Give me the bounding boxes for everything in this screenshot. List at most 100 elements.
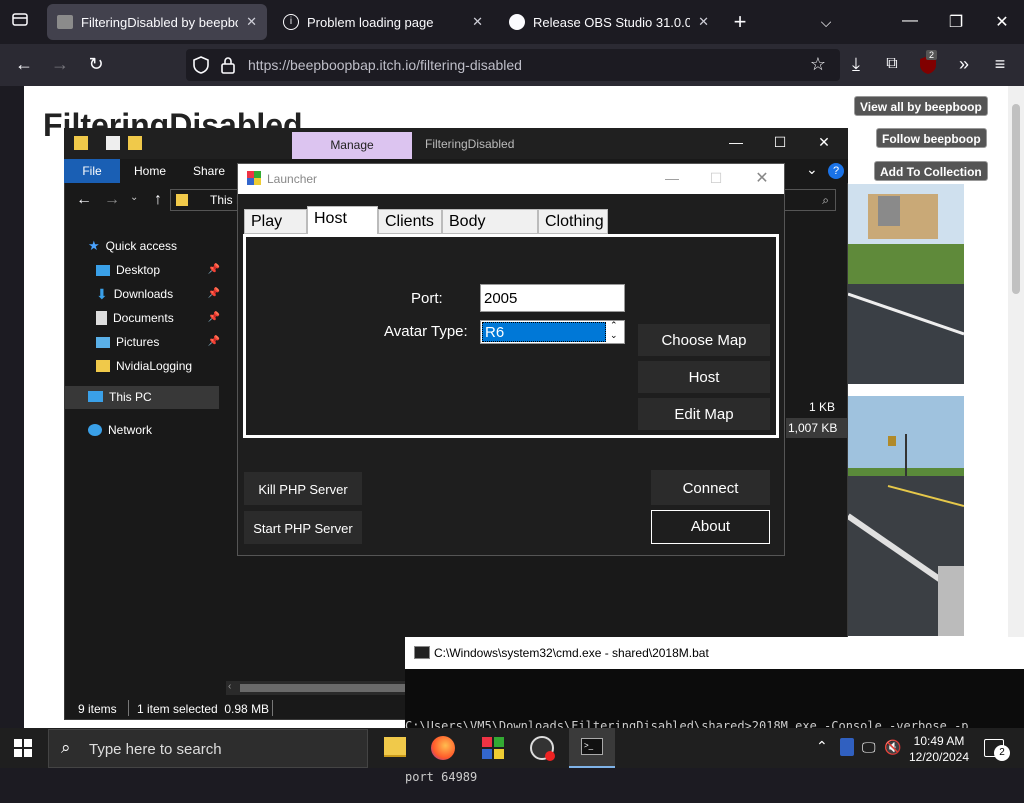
collection-label: Add To Collection [880, 165, 982, 179]
shield-icon[interactable] [192, 55, 212, 75]
tab-title: Release OBS Studio 31.0.0 · obs [533, 14, 691, 30]
launcher-close-button[interactable]: ✕ [750, 168, 774, 188]
ublock-icon[interactable]: 2 [918, 50, 940, 76]
minimize-button[interactable]: — [896, 12, 924, 30]
ribbon-collapse-icon[interactable]: ⌄ [806, 161, 818, 178]
host-button[interactable]: Host [638, 361, 770, 393]
avatar-type-spinner[interactable]: R6 ⌃ ⌄ [480, 320, 625, 344]
cmd-taskbar-icon[interactable]: >_ [569, 728, 615, 768]
lock-icon[interactable] [220, 55, 238, 75]
tab-play[interactable]: Play [244, 209, 307, 234]
close-window-button[interactable]: ✕ [988, 12, 1016, 32]
close-tab-icon[interactable]: ✕ [698, 14, 709, 30]
bookmark-star-icon[interactable]: ☆ [804, 50, 832, 78]
nav-label: Documents [113, 311, 174, 325]
tab-label: Clients [385, 213, 434, 230]
app-taskbar-icon[interactable] [481, 736, 505, 760]
kill-php-server-button[interactable]: Kill PHP Server [244, 472, 362, 505]
cmd-line: port 64989 [405, 770, 478, 784]
close-tab-icon[interactable]: ✕ [246, 14, 257, 30]
tab-body-colors[interactable]: Body Colors [442, 209, 538, 254]
choose-map-button[interactable]: Choose Map [638, 324, 770, 356]
file-explorer-taskbar-icon[interactable] [384, 737, 406, 757]
explorer-back-button[interactable]: ← [70, 186, 98, 214]
manage-tab[interactable]: Manage [292, 132, 412, 159]
star-icon: ★ [88, 238, 100, 253]
firefox-taskbar-icon[interactable] [431, 736, 455, 760]
explorer-hscrollbar[interactable]: ‹ [226, 681, 406, 695]
folder-icon [176, 194, 188, 206]
itch-favicon-icon [57, 15, 73, 29]
ribbon-file-tab[interactable]: File [64, 159, 120, 183]
close-tab-icon[interactable]: ✕ [472, 14, 483, 30]
nav-item-network[interactable]: Network [88, 418, 218, 442]
start-php-server-button[interactable]: Start PHP Server [244, 511, 362, 544]
view-all-button[interactable]: View all by beepboop [854, 96, 988, 116]
tab-host[interactable]: Host [307, 206, 378, 236]
nav-item-downloads[interactable]: ⬇ Downloads 📌 [96, 282, 220, 306]
browser-tab[interactable]: Release OBS Studio 31.0.0 · obs ✕ [499, 4, 719, 40]
ribbon-home-tab[interactable]: Home [134, 164, 166, 178]
add-to-collection-button[interactable]: Add To Collection [874, 161, 988, 181]
tab-list-icon[interactable] [6, 8, 34, 36]
obs-taskbar-icon[interactable] [530, 736, 555, 761]
nav-item-this-pc[interactable]: This PC [64, 386, 219, 409]
download-icon: ⬇ [96, 286, 108, 302]
properties-icon[interactable] [106, 136, 120, 150]
tab-clients[interactable]: Clients [378, 209, 442, 234]
back-button[interactable]: ← [10, 50, 38, 78]
info-icon: i [283, 14, 299, 30]
search-icon[interactable]: ⌕ [784, 189, 836, 211]
taskbar-search-box[interactable]: ⌕ Type here to search [48, 729, 368, 768]
tab-clothing[interactable]: Clothing [538, 209, 608, 234]
up-button[interactable]: ↑ [144, 186, 172, 214]
explorer-forward-button[interactable]: → [98, 186, 126, 214]
notification-icon[interactable]: 2 [984, 739, 1010, 761]
launcher-maximize-button[interactable]: ☐ [704, 170, 728, 187]
recent-locations-icon[interactable]: ⌄ [130, 192, 138, 203]
explorer-minimize-button[interactable]: — [724, 134, 748, 150]
cmd-title: C:\Windows\system32\cmd.exe - shared\201… [434, 646, 709, 660]
about-button[interactable]: About [651, 510, 770, 544]
volume-muted-icon[interactable]: 🔇 [884, 739, 901, 756]
extensions-icon[interactable]: ⧉ [878, 50, 906, 78]
port-input[interactable]: 2005 [480, 284, 625, 312]
list-all-tabs-icon[interactable]: ⌵ [812, 8, 840, 36]
overflow-chevrons-icon[interactable]: » [950, 50, 978, 78]
nav-item-quick-access[interactable]: ★ Quick access [88, 234, 218, 258]
new-folder-icon[interactable] [128, 136, 142, 150]
ribbon-share-tab[interactable]: Share [193, 164, 225, 178]
explorer-maximize-button[interactable]: ☐ [768, 134, 792, 151]
network-tray-icon[interactable]: 🖵 [862, 739, 876, 756]
explorer-close-button[interactable]: ✕ [812, 134, 836, 151]
browser-tab[interactable]: i Problem loading page ✕ [273, 4, 493, 40]
nav-item-desktop[interactable]: Desktop 📌 [96, 258, 220, 282]
spinner-down-icon[interactable]: ⌄ [610, 330, 618, 341]
nav-item-nvidialogging[interactable]: NvidiaLogging [96, 354, 220, 378]
nav-item-pictures[interactable]: Pictures 📌 [96, 330, 220, 354]
edit-map-button[interactable]: Edit Map [638, 398, 770, 430]
connect-button[interactable]: Connect [651, 470, 770, 505]
maximize-button[interactable]: ❐ [942, 12, 970, 32]
browser-tab-active[interactable]: FilteringDisabled by beepboop ✕ [47, 4, 267, 40]
clock[interactable]: 10:49 AM 12/20/2024 [904, 733, 974, 765]
status-selection: 1 item selected 0.98 MB [137, 702, 270, 716]
screenshot-image[interactable] [846, 396, 966, 636]
url-text[interactable]: https://beepboopbap.itch.io/filtering-di… [248, 57, 522, 73]
reload-button[interactable]: ↻ [82, 50, 110, 78]
launcher-minimize-button[interactable]: — [660, 170, 684, 186]
page-scrollbar[interactable] [1008, 86, 1024, 728]
pin-icon: 📌 [207, 288, 220, 299]
show-hidden-icons[interactable]: ⌃ [816, 738, 828, 755]
forward-button[interactable]: → [46, 50, 74, 78]
navigation-pane: ★ Quick access [88, 234, 218, 258]
start-button[interactable] [14, 739, 32, 757]
follow-button[interactable]: Follow beepboop [876, 128, 987, 148]
tray-app-icon[interactable] [840, 738, 854, 756]
app-menu-icon[interactable]: ≡ [986, 50, 1014, 78]
screenshot-image[interactable] [847, 184, 965, 384]
new-tab-button[interactable]: + [726, 8, 754, 36]
help-icon[interactable]: ? [828, 163, 844, 179]
nav-item-documents[interactable]: Documents 📌 [96, 306, 220, 330]
downloads-icon[interactable]: ⤓ [842, 50, 870, 78]
